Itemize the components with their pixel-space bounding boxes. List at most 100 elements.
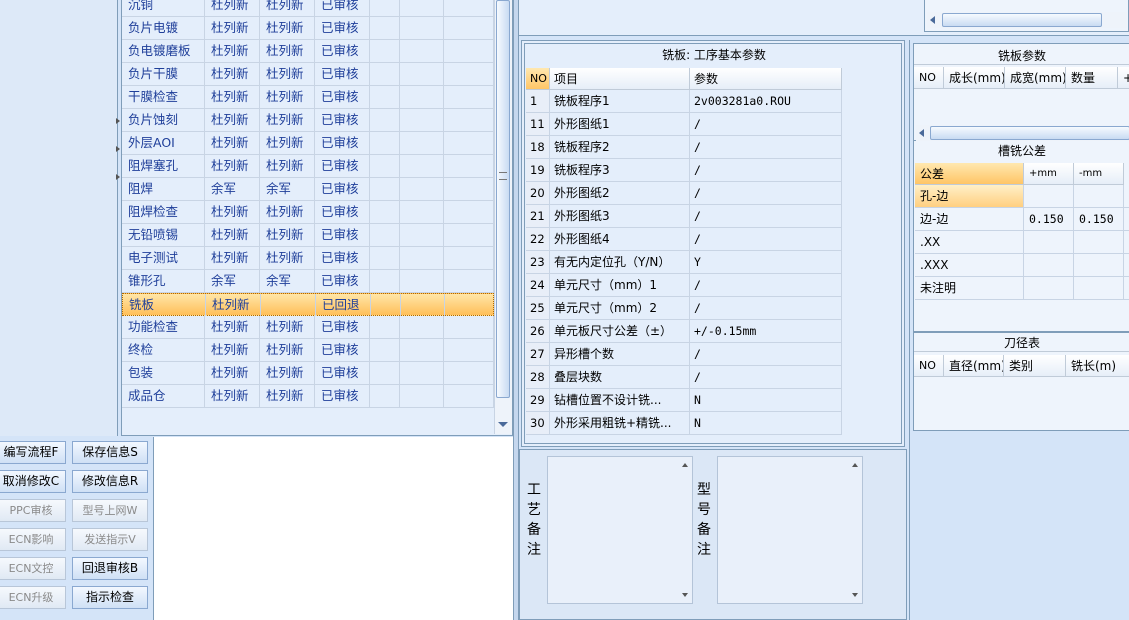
flow-cell-e1 (370, 63, 400, 85)
tolerance-header-1[interactable]: +mm (1024, 163, 1074, 185)
table-row[interactable]: 负片电镀 杜列新 杜列新 已审核 (122, 17, 494, 40)
action-left-button-0[interactable]: 编写流程F (0, 441, 66, 464)
table-row[interactable]: 阻焊 余军 余军 已审核 (122, 178, 494, 201)
tolerance-header-2[interactable]: -mm (1074, 163, 1124, 185)
params-header-no[interactable]: NO (526, 68, 550, 90)
flow-cell-e1 (370, 109, 400, 131)
action-left-button-2[interactable]: PPC审核 (0, 499, 66, 522)
flow-cell-e3 (445, 294, 495, 316)
table-row[interactable]: 30 外形采用粗铣+精铣... N (526, 412, 842, 435)
scroll-down-arrow-icon[interactable] (852, 593, 858, 597)
table-row[interactable]: 成品仓 杜列新 杜列新 已审核 (122, 385, 494, 408)
action-right-button-2[interactable]: 型号上网W (72, 499, 148, 522)
params-cell-item: 外形图纸2 (550, 182, 690, 204)
table-row[interactable]: 18 铣板程序2/ (526, 136, 842, 159)
action-left-button-3[interactable]: ECN影响 (0, 528, 66, 551)
splitter-grip-left[interactable] (116, 118, 120, 180)
params-cell-value: / (690, 274, 842, 296)
table-row[interactable]: 无铅喷锡 杜列新 杜列新 已审核 (122, 224, 494, 247)
action-left-button-1[interactable]: 取消修改C (0, 470, 66, 493)
params-cell-no: 22 (526, 228, 550, 250)
table-row[interactable]: 25 单元尺寸（mm）2/ (526, 297, 842, 320)
flow-cell-c2: 余军 (260, 178, 315, 200)
table-row[interactable]: 27 异形槽个数 / (526, 343, 842, 366)
table-row[interactable]: 干膜检查 杜列新 杜列新 已审核 (122, 86, 494, 109)
table-row[interactable]: 负片干膜 杜列新 杜列新 已审核 (122, 63, 494, 86)
mill-header-1[interactable]: 成长(mm) (944, 67, 1005, 89)
flow-cell-name: 铣板 (123, 294, 206, 316)
tolerance-header-0[interactable]: 公差 (915, 163, 1024, 185)
action-left-button-4[interactable]: ECN文控 (0, 557, 66, 580)
flow-cell-e2 (400, 224, 444, 246)
model-notes-textarea[interactable] (717, 456, 863, 604)
table-row[interactable]: 20 外形图纸2/ (526, 182, 842, 205)
scroll-left-arrow-icon[interactable] (930, 16, 935, 24)
table-row[interactable]: 29 钻槽位置不设计铣... N (526, 389, 842, 412)
action-left-button-5[interactable]: ECN升级 (0, 586, 66, 609)
table-row[interactable]: .XXX (915, 254, 1129, 277)
table-row[interactable]: 包装 杜列新 杜列新 已审核 (122, 362, 494, 385)
scroll-up-arrow-icon[interactable] (852, 463, 858, 467)
flow-cell-e3 (444, 155, 494, 177)
action-right-button-3[interactable]: 发送指示V (72, 528, 148, 551)
mill-header-0[interactable]: NO (914, 67, 944, 89)
scroll-down-arrow-icon[interactable] (682, 593, 688, 597)
scroll-up-arrow-icon[interactable] (682, 463, 688, 467)
table-row[interactable]: .XX (915, 231, 1129, 254)
table-row[interactable]: 23 有无内定位孔（Y/N） Y (526, 251, 842, 274)
action-right-button-5[interactable]: 指示检查 (72, 586, 148, 609)
table-row[interactable]: 负片蚀刻 杜列新 杜列新 已审核 (122, 109, 494, 132)
action-right-button-1[interactable]: 修改信息R (72, 470, 148, 493)
table-row[interactable]: 19 铣板程序3/ (526, 159, 842, 182)
table-row[interactable]: 28 叠层块数 / (526, 366, 842, 389)
tools-header-0[interactable]: NO (914, 355, 944, 377)
flow-cell-status: 已审核 (315, 40, 370, 62)
mill-header-4[interactable]: + (1118, 67, 1129, 89)
table-row[interactable]: 1 铣板程序1 2v003281a0.ROU (526, 90, 842, 113)
action-right-button-0[interactable]: 保存信息S (72, 441, 148, 464)
flow-table-vscrollbar[interactable] (494, 0, 512, 434)
scroll-thumb[interactable] (930, 126, 1129, 140)
table-row-selected[interactable]: 铣板 杜列新 已回退 (122, 293, 495, 316)
flow-cell-e2 (400, 63, 444, 85)
table-row[interactable]: 终检 杜列新 杜列新 已审核 (122, 339, 494, 362)
table-row[interactable]: 22 外形图纸4/ (526, 228, 842, 251)
table-row[interactable]: 负电镀磨板 杜列新 杜列新 已审核 (122, 40, 494, 63)
scroll-thumb[interactable] (942, 13, 1102, 27)
table-row[interactable]: 孔-边 (915, 185, 1129, 208)
table-row[interactable]: 24 单元尺寸（mm）1/ (526, 274, 842, 297)
process-notes-textarea[interactable] (547, 456, 693, 604)
table-row[interactable]: 边-边 0.150 0.150 (915, 208, 1129, 231)
scroll-down-arrow-icon[interactable] (498, 422, 508, 427)
table-row[interactable]: 11 外形图纸1/ (526, 113, 842, 136)
tools-header-2[interactable]: 类别 (1004, 355, 1066, 377)
params-cell-value: / (690, 228, 842, 250)
table-row[interactable]: 沉铜 杜列新 杜列新 已审核 (122, 0, 494, 17)
table-row[interactable]: 26 单元板尺寸公差（±） +/-0.15mm (526, 320, 842, 343)
table-row[interactable]: 外层AOI 杜列新 杜列新 已审核 (122, 132, 494, 155)
flow-cell-e2 (400, 132, 444, 154)
mill-params-hscrollbar[interactable] (916, 125, 1129, 141)
flow-cell-name: 负电镀磨板 (122, 40, 205, 62)
mill-header-2[interactable]: 成宽(mm) (1005, 67, 1066, 89)
scroll-left-arrow-icon[interactable] (919, 129, 924, 137)
flow-cell-e2 (400, 178, 444, 200)
tools-header-1[interactable]: 直径(mm) (944, 355, 1004, 377)
table-row[interactable]: 功能检查 杜列新 杜列新 已审核 (122, 316, 494, 339)
table-row[interactable]: 阻焊塞孔 杜列新 杜列新 已审核 (122, 155, 494, 178)
table-row[interactable]: 未注明 (915, 277, 1129, 300)
table-row[interactable]: 21 外形图纸3/ (526, 205, 842, 228)
mill-header-3[interactable]: 数量 (1066, 67, 1118, 89)
flow-cell-e2 (400, 17, 444, 39)
top-right-hscrollbar[interactable] (927, 12, 1127, 28)
params-header-value[interactable]: 参数 (690, 68, 842, 90)
tools-header-3[interactable]: 铣长(m) (1066, 355, 1129, 377)
table-row[interactable]: 锥形孔 余军 余军 已审核 (122, 270, 494, 293)
table-row[interactable]: 阻焊检查 杜列新 杜列新 已审核 (122, 201, 494, 224)
scroll-thumb[interactable] (496, 0, 510, 398)
action-right-button-4[interactable]: 回退审核B (72, 557, 148, 580)
flow-cell-e2 (400, 316, 444, 338)
flow-cell-e3 (444, 201, 494, 223)
table-row[interactable]: 电子测试 杜列新 杜列新 已审核 (122, 247, 494, 270)
params-header-item[interactable]: 项目 (550, 68, 690, 90)
